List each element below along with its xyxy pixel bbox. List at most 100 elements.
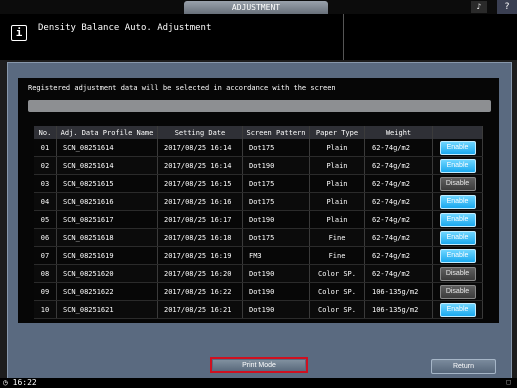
cell-paper-type: Plain (309, 192, 365, 211)
cell-screen-pattern: Dot190 (242, 264, 310, 283)
cell-status: Disable (432, 264, 483, 283)
cell-paper-type: Plain (309, 139, 365, 157)
instruction-text: Registered adjustment data will be selec… (28, 84, 336, 92)
cell-profile-name: SCN_08251617 (56, 210, 158, 229)
cell-no: 10 (34, 300, 57, 319)
cell-status: Disable (432, 174, 483, 193)
page-title: Density Balance Auto. Adjustment (38, 23, 212, 33)
table-row[interactable]: 01 SCN_08251614 2017/08/25 16:14 Dot175 Plai… (34, 139, 483, 157)
cell-paper-type: Plain (309, 174, 365, 193)
clock-time: 16:22 (12, 378, 37, 387)
cell-no: 08 (34, 264, 57, 283)
cell-profile-name: SCN_08251615 (56, 174, 158, 193)
profile-table: No. Adj. Data Profile Name Setting Date … (34, 126, 483, 319)
cell-status: Enable (432, 139, 483, 157)
status-toggle-button[interactable]: Enable (439, 230, 476, 245)
table-row[interactable]: 09 SCN_08251622 2017/08/25 16:22 Dot190 Colo… (34, 282, 483, 301)
cell-status: Enable (432, 228, 483, 247)
cell-weight: 62-74g/m2 (364, 264, 433, 283)
divider (343, 14, 344, 60)
cell-screen-pattern: Dot175 (242, 228, 310, 247)
print-mode-label: Print Mode (213, 360, 305, 370)
status-toggle-button[interactable]: Enable (439, 158, 476, 173)
cell-status: Enable (432, 246, 483, 265)
cell-no: 09 (34, 282, 57, 301)
clock-icon: ◷ (3, 378, 8, 387)
column-header-status (432, 126, 483, 139)
column-header-no: No. (34, 126, 57, 139)
column-header-paper-type: Paper Type (309, 126, 365, 139)
cell-setting-date: 2017/08/25 16:21 (157, 300, 243, 319)
cell-setting-date: 2017/08/25 16:14 (157, 139, 243, 157)
cell-screen-pattern: Dot175 (242, 139, 310, 157)
cell-screen-pattern: Dot175 (242, 174, 310, 193)
cell-weight: 62-74g/m2 (364, 228, 433, 247)
return-button[interactable]: Return (431, 359, 496, 374)
cell-screen-pattern: Dot190 (242, 282, 310, 301)
cell-status: Disable (432, 282, 483, 301)
cell-setting-date: 2017/08/25 16:22 (157, 282, 243, 301)
cell-weight: 62-74g/m2 (364, 246, 433, 265)
tab-adjustment[interactable]: ADJUSTMENT (184, 1, 328, 14)
clock: ◷ 16:22 (3, 378, 37, 387)
speaker-icon[interactable]: ♪ (471, 1, 487, 13)
cell-screen-pattern: Dot190 (242, 300, 310, 319)
status-toggle-button[interactable]: Disable (439, 176, 476, 191)
print-mode-button[interactable]: Print Mode (210, 357, 308, 373)
cell-setting-date: 2017/08/25 16:16 (157, 192, 243, 211)
cell-no: 01 (34, 139, 57, 157)
column-header-weight: Weight (364, 126, 433, 139)
cell-paper-type: Plain (309, 156, 365, 175)
cell-status: Enable (432, 156, 483, 175)
cell-profile-name: SCN_08251616 (56, 192, 158, 211)
table-row[interactable]: 05 SCN_08251617 2017/08/25 16:17 Dot190 Plai… (34, 210, 483, 229)
cell-profile-name: SCN_08251614 (56, 139, 158, 157)
column-header-setting-date: Setting Date (157, 126, 243, 139)
cell-profile-name: SCN_08251621 (56, 300, 158, 319)
table-row[interactable]: 04 SCN_08251616 2017/08/25 16:16 Dot175 Plai… (34, 192, 483, 211)
cell-setting-date: 2017/08/25 16:15 (157, 174, 243, 193)
cell-paper-type: Fine (309, 246, 365, 265)
table-row[interactable]: 06 SCN_08251618 2017/08/25 16:18 Dot175 Fine… (34, 228, 483, 247)
cell-status: Enable (432, 192, 483, 211)
cell-setting-date: 2017/08/25 16:18 (157, 228, 243, 247)
table-row[interactable]: 03 SCN_08251615 2017/08/25 16:15 Dot175 Plai… (34, 174, 483, 193)
message-bar (0, 14, 517, 60)
table-header-row: No. Adj. Data Profile Name Setting Date … (34, 126, 483, 139)
help-button[interactable]: ? (497, 0, 517, 14)
cell-paper-type: Color SP. (309, 300, 365, 319)
status-toggle-button[interactable]: Enable (439, 194, 476, 209)
cell-profile-name: SCN_08251619 (56, 246, 158, 265)
cell-paper-type: Plain (309, 210, 365, 229)
cell-weight: 62-74g/m2 (364, 210, 433, 229)
status-toggle-button[interactable]: Enable (439, 248, 476, 263)
cell-paper-type: Color SP. (309, 264, 365, 283)
status-toggle-button[interactable]: Disable (439, 284, 476, 299)
table-row[interactable]: 10 SCN_08251621 2017/08/25 16:21 Dot190 Colo… (34, 300, 483, 319)
cell-screen-pattern: Dot190 (242, 210, 310, 229)
status-toggle-button[interactable]: Enable (439, 302, 476, 317)
table-row[interactable]: 07 SCN_08251619 2017/08/25 16:19 FM3 Fine 62-… (34, 246, 483, 265)
cell-no: 06 (34, 228, 57, 247)
cell-no: 03 (34, 174, 57, 193)
cell-screen-pattern: Dot190 (242, 156, 310, 175)
status-toggle-button[interactable]: Enable (439, 140, 476, 155)
cell-paper-type: Fine (309, 228, 365, 247)
cell-no: 05 (34, 210, 57, 229)
corner-indicator-icon: □ (506, 378, 511, 386)
table-row[interactable]: 08 SCN_08251620 2017/08/25 16:20 Dot190 Colo… (34, 264, 483, 283)
cell-weight: 106-135g/m2 (364, 300, 433, 319)
status-toggle-button[interactable]: Enable (439, 212, 476, 227)
column-header-profile-name: Adj. Data Profile Name (56, 126, 158, 139)
table-row[interactable]: 02 SCN_08251614 2017/08/25 16:14 Dot190 Plai… (34, 156, 483, 175)
cell-setting-date: 2017/08/25 16:19 (157, 246, 243, 265)
cell-status: Enable (432, 300, 483, 319)
cell-weight: 62-74g/m2 (364, 192, 433, 211)
cell-screen-pattern: Dot175 (242, 192, 310, 211)
cell-paper-type: Color SP. (309, 282, 365, 301)
status-toggle-button[interactable]: Disable (439, 266, 476, 281)
cell-screen-pattern: FM3 (242, 246, 310, 265)
cell-profile-name: SCN_08251618 (56, 228, 158, 247)
cell-no: 02 (34, 156, 57, 175)
horizontal-scrollbar[interactable] (28, 100, 491, 112)
